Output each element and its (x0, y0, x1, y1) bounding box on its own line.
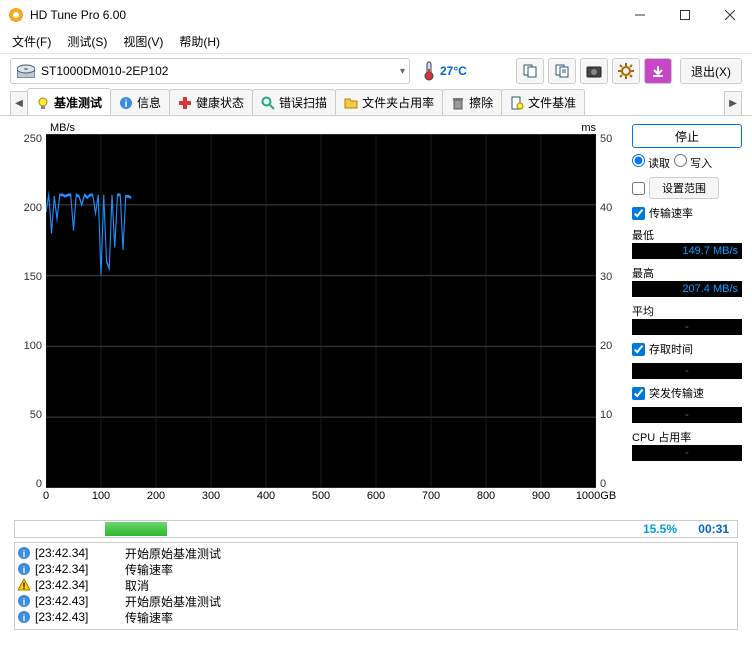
y-left-unit: MB/s (50, 122, 75, 134)
window-controls (617, 0, 752, 30)
thermometer-icon (422, 61, 436, 81)
menu-help[interactable]: 帮助(H) (171, 30, 228, 53)
tab-erase[interactable]: 擦除 (442, 89, 502, 115)
tab-errorscan[interactable]: 错误扫描 (252, 89, 336, 115)
close-button[interactable] (707, 0, 752, 30)
tab-label: 文件基准 (528, 94, 576, 111)
tab-benchmark[interactable]: 基准测试 (27, 88, 111, 116)
tab-info[interactable]: i 信息 (110, 89, 170, 115)
max-value: 207.4 MB/s (632, 281, 742, 297)
toolbar: ST1000DM010-2EP102 ▾ 27°C 退出(X) (0, 54, 752, 88)
info-icon: i (17, 610, 31, 624)
warning-icon: ! (17, 578, 31, 592)
log-row: i[23:42.43]开始原始基准测试 (17, 593, 735, 609)
filebench-icon (510, 96, 524, 110)
tab-body: MB/s ms 250 200 150 100 50 0 50 40 30 20… (0, 116, 752, 516)
copy-button[interactable] (516, 58, 544, 84)
menu-file[interactable]: 文件(F) (4, 30, 59, 53)
cpu-value: - (632, 445, 742, 461)
y-left-axis: 250 200 150 100 50 0 (10, 124, 46, 488)
info-icon: i (17, 562, 31, 576)
svg-text:i: i (125, 99, 128, 110)
tab-label: 基准测试 (54, 94, 102, 111)
drive-select[interactable]: ST1000DM010-2EP102 ▾ (10, 58, 410, 84)
progress-bar: 15.5% 00:31 (14, 520, 738, 538)
set-range-button[interactable]: 设置范围 (649, 177, 719, 199)
access-value: - (632, 363, 742, 379)
drive-name: ST1000DM010-2EP102 (41, 64, 168, 78)
y-right-axis: 50 40 30 20 10 0 (596, 124, 624, 488)
info-icon: i (119, 96, 133, 110)
burst-checkbox[interactable] (632, 387, 645, 400)
copytext-button[interactable] (548, 58, 576, 84)
side-panel: 停止 读取 写入 设置范围 传输速率 最低 149.7 MB/s 最高 207.… (632, 124, 742, 508)
trash-icon (451, 96, 465, 110)
screenshot-button[interactable] (580, 58, 608, 84)
rw-radios: 读取 写入 (632, 154, 742, 171)
read-radio[interactable]: 读取 (632, 154, 670, 171)
y-right-unit: ms (581, 122, 596, 134)
svg-text:i: i (23, 565, 26, 575)
chevron-down-icon: ▾ (400, 66, 405, 77)
progress-percent: 15.5% (643, 522, 677, 536)
folder-icon (344, 96, 358, 110)
maximize-button[interactable] (662, 0, 707, 30)
log-row: i[23:42.34]传输速率 (17, 561, 735, 577)
app-icon (8, 7, 24, 23)
tab-label: 擦除 (469, 94, 493, 111)
write-radio[interactable]: 写入 (674, 154, 712, 171)
temperature-value: 27°C (440, 64, 467, 78)
avg-value: - (632, 319, 742, 335)
progress-fill (105, 522, 167, 536)
stop-button[interactable]: 停止 (632, 124, 742, 148)
titlebar: HD Tune Pro 6.00 (0, 0, 752, 30)
tab-label: 健康状态 (196, 94, 244, 111)
tab-label: 文件夹占用率 (362, 94, 434, 111)
menu-test[interactable]: 测试(S) (59, 30, 115, 53)
range-checkbox[interactable] (632, 182, 645, 195)
info-icon: i (17, 546, 31, 560)
access-checkbox[interactable] (632, 343, 645, 356)
burst-value: - (632, 407, 742, 423)
transfer-rate-checkbox[interactable] (632, 207, 645, 220)
elapsed-time: 00:31 (698, 522, 729, 536)
save-button[interactable] (644, 58, 672, 84)
tab-file-benchmark[interactable]: 文件基准 (501, 89, 585, 115)
settings-button[interactable] (612, 58, 640, 84)
exit-button[interactable]: 退出(X) (680, 58, 742, 84)
disk-icon (17, 64, 35, 78)
menubar: 文件(F) 测试(S) 视图(V) 帮助(H) (0, 30, 752, 54)
range-row: 设置范围 (632, 177, 742, 199)
info-icon: i (17, 594, 31, 608)
tab-strip: ◀ 基准测试 i 信息 健康状态 错误扫描 文件夹占用率 擦除 文件基准 ▶ (0, 88, 752, 116)
health-icon (178, 96, 192, 110)
tab-scroll-right[interactable]: ▶ (724, 91, 742, 115)
minimize-button[interactable] (617, 0, 662, 30)
menu-view[interactable]: 视图(V) (115, 30, 171, 53)
bulb-icon (36, 96, 50, 110)
tab-health[interactable]: 健康状态 (169, 89, 253, 115)
tab-label: 错误扫描 (279, 94, 327, 111)
tab-label: 信息 (137, 94, 161, 111)
chart-plot (46, 134, 596, 488)
chart-container: MB/s ms 250 200 150 100 50 0 50 40 30 20… (10, 124, 624, 508)
x-axis: 01002003004005006007008009001000GB (46, 490, 596, 508)
temperature-display: 27°C (422, 61, 467, 81)
svg-text:i: i (23, 597, 26, 607)
svg-text:!: ! (23, 581, 26, 591)
svg-text:i: i (23, 613, 26, 623)
tab-folder-usage[interactable]: 文件夹占用率 (335, 89, 443, 115)
svg-text:i: i (23, 549, 26, 559)
tab-scroll-left[interactable]: ◀ (10, 91, 28, 115)
log-panel[interactable]: i[23:42.34]开始原始基准测试i[23:42.34]传输速率![23:4… (14, 542, 738, 630)
log-row: i[23:42.34]开始原始基准测试 (17, 545, 735, 561)
min-value: 149.7 MB/s (632, 243, 742, 259)
window-title: HD Tune Pro 6.00 (30, 8, 617, 22)
log-row: ![23:42.34]取消 (17, 577, 735, 593)
magnifier-icon (261, 96, 275, 110)
log-row: i[23:42.43]传输速率 (17, 609, 735, 625)
